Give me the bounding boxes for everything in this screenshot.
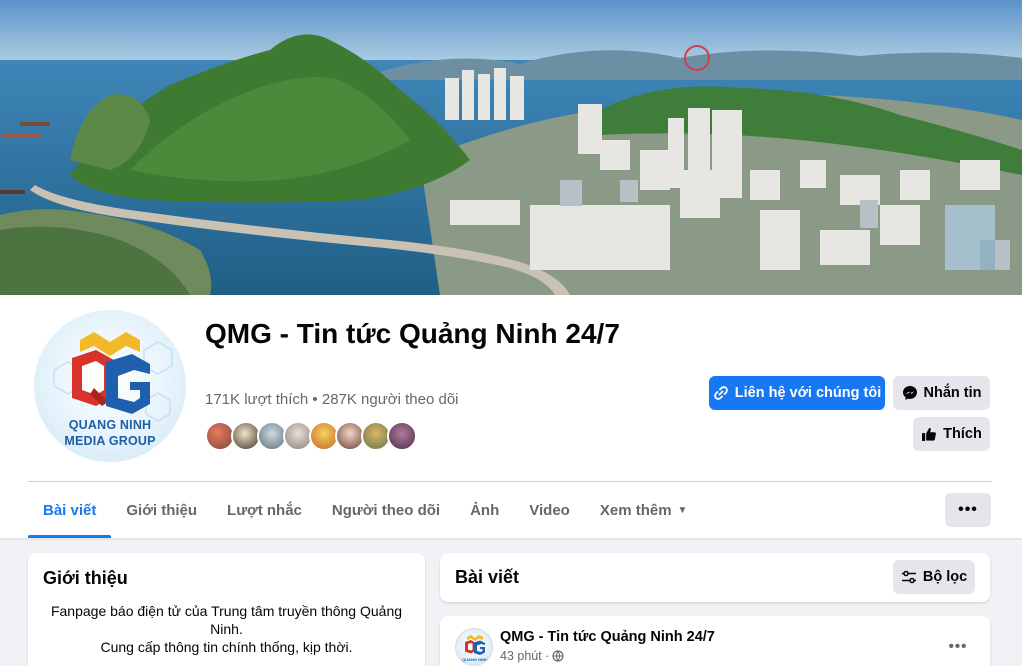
tab-mentions[interactable]: Lượt nhắc [212, 482, 317, 538]
tab-followers[interactable]: Người theo dõi [317, 482, 455, 538]
message-label: Nhắn tin [923, 385, 982, 401]
more-icon: ••• [948, 637, 968, 655]
cover-photo[interactable] [0, 0, 1022, 295]
contact-us-label: Liên hệ với chúng tôi [734, 385, 882, 401]
more-icon: ••• [958, 501, 978, 518]
page-stats[interactable]: 171K lượt thích • 287K người theo dõi [205, 391, 459, 408]
intro-line-2: Cung cấp thông tin chính thống, kịp thời… [100, 639, 353, 655]
page-title: QMG - Tin tức Quảng Ninh 24/7 [205, 318, 620, 349]
tab-about-label: Giới thiệu [126, 501, 198, 519]
like-button[interactable]: Thích [913, 417, 990, 451]
posts-header-card: Bài viết Bộ lọc [440, 553, 990, 602]
tab-more-label: Xem thêm [599, 501, 672, 519]
page-tabs: Bài viết Giới thiệu Lượt nhắc Người theo… [28, 482, 702, 538]
filter-label: Bộ lọc [922, 569, 968, 585]
svg-text:QUANG NINH: QUANG NINH [462, 657, 488, 662]
tab-photos[interactable]: Ảnh [455, 482, 514, 538]
posts-title: Bài viết [455, 567, 520, 587]
follower-avatars[interactable] [205, 421, 417, 451]
post-options-button[interactable]: ••• [940, 628, 976, 664]
tab-posts-label: Bài viết [43, 501, 97, 519]
tab-more[interactable]: Xem thêm ▼ [585, 482, 703, 538]
chevron-down-icon: ▼ [677, 504, 688, 516]
logo-text-line-2: MEDIA GROUP [64, 434, 156, 448]
tab-posts[interactable]: Bài viết [28, 482, 112, 538]
more-options-button[interactable]: ••• [945, 493, 991, 527]
intro-card: Giới thiệu Fanpage báo điện tử của Trung… [28, 553, 425, 666]
post-author-name[interactable]: QMG - Tin tức Quảng Ninh 24/7 [500, 629, 715, 645]
tab-followers-label: Người theo dõi [331, 501, 441, 519]
profile-picture[interactable]: QUANG NINH MEDIA GROUP [30, 306, 190, 466]
post-card: QUANG NINH QMG - Tin tức Quảng Ninh 24/7… [440, 616, 990, 666]
tab-about[interactable]: Giới thiệu [111, 482, 212, 538]
filter-button[interactable]: Bộ lọc [893, 560, 975, 594]
link-icon [713, 386, 728, 400]
qmg-logo: QUANG NINH MEDIA GROUP [34, 310, 186, 462]
tab-mentions-label: Lượt nhắc [227, 501, 302, 519]
message-button[interactable]: Nhắn tin [893, 376, 990, 410]
tab-videos-label: Video [529, 501, 570, 519]
post-author-avatar[interactable]: QUANG NINH [455, 628, 493, 666]
thumbs-up-icon [922, 427, 937, 441]
logo-text-line-1: QUANG NINH [68, 418, 152, 432]
tab-videos[interactable]: Video [514, 482, 585, 538]
intro-line-1: Fanpage báo điện tử của Trung tâm truyền… [50, 603, 403, 637]
post-meta: 43 phút · [500, 649, 564, 663]
post-timestamp[interactable]: 43 phút · [500, 649, 549, 663]
messenger-icon [902, 386, 917, 400]
tab-photos-label: Ảnh [470, 501, 500, 519]
intro-title: Giới thiệu [43, 568, 128, 588]
filter-icon [901, 570, 916, 584]
globe-icon [552, 650, 564, 662]
intro-description: Fanpage báo điện tử của Trung tâm truyền… [43, 602, 410, 656]
contact-us-button[interactable]: Liên hệ với chúng tôi [709, 376, 885, 410]
follower-avatar[interactable] [387, 421, 417, 451]
like-label: Thích [943, 426, 982, 442]
